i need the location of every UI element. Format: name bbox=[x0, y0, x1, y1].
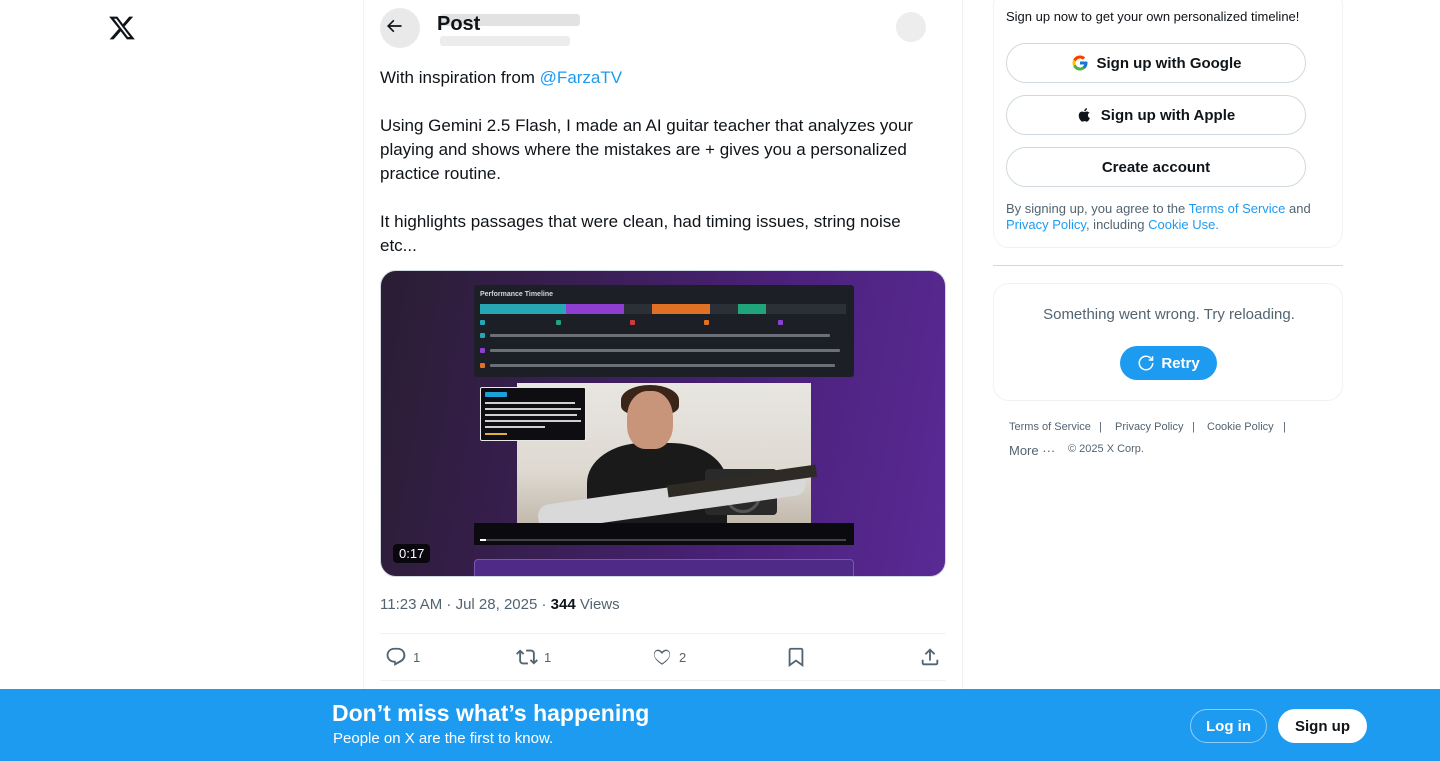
views-count: 344 bbox=[550, 596, 576, 613]
more-dots-icon: ··· bbox=[1042, 443, 1056, 458]
mention-link[interactable]: @FarzaTV bbox=[540, 68, 622, 87]
signup-card: Sign up now to get your own personalized… bbox=[993, 0, 1343, 248]
error-card: Something went wrong. Try reloading. Ret… bbox=[993, 283, 1343, 401]
timeline-bar bbox=[480, 304, 846, 314]
feedback-card bbox=[480, 387, 586, 441]
post-paragraph-2: Using Gemini 2.5 Flash, I made an AI gui… bbox=[380, 116, 913, 183]
post-header: Post bbox=[364, 0, 962, 53]
apple-icon bbox=[1078, 108, 1090, 122]
repost-count: 1 bbox=[544, 649, 552, 665]
post-paragraph-1: With inspiration from @FarzaTV bbox=[380, 68, 623, 87]
error-message: Something went wrong. Try reloading. bbox=[1043, 306, 1295, 323]
refresh-icon bbox=[1138, 355, 1154, 371]
post-paragraph-3: It highlights passages that were clean, … bbox=[380, 212, 901, 255]
google-icon bbox=[1072, 55, 1087, 71]
reply-count: 1 bbox=[413, 649, 421, 665]
divider bbox=[993, 265, 1343, 266]
like-count: 2 bbox=[679, 649, 687, 665]
post-text: With inspiration from @FarzaTV Using Gem… bbox=[380, 66, 940, 282]
post-timestamp[interactable]: 11:23 AM · Jul 28, 2025 bbox=[380, 596, 537, 613]
retry-button[interactable]: Retry bbox=[1120, 346, 1217, 380]
inner-video-controls bbox=[474, 523, 854, 545]
bookmark-button[interactable] bbox=[785, 646, 807, 668]
apple-signup-button[interactable]: Sign up with Apple bbox=[1006, 95, 1306, 135]
footer-cookie-link[interactable]: Cookie Policy bbox=[1207, 421, 1274, 433]
login-button[interactable]: Log in bbox=[1190, 709, 1267, 743]
signup-note: Sign up now to get your own personalized… bbox=[1006, 9, 1300, 24]
left-rail bbox=[0, 0, 362, 761]
copyright: © 2025 X Corp. bbox=[1068, 443, 1144, 455]
repost-icon bbox=[516, 649, 538, 665]
legal-text: By signing up, you agree to the Terms of… bbox=[1006, 201, 1311, 232]
heart-icon bbox=[653, 649, 671, 665]
like-button[interactable]: 2 bbox=[651, 646, 686, 668]
views-label: Views bbox=[579, 596, 620, 613]
share-button[interactable] bbox=[919, 646, 941, 668]
video-duration-badge: 0:17 bbox=[393, 544, 431, 563]
signup-banner: Don’t miss what’s happening People on X … bbox=[0, 689, 1440, 761]
bookmark-icon bbox=[788, 647, 804, 668]
back-button[interactable] bbox=[376, 8, 412, 44]
footer-terms-link[interactable]: Terms of Service bbox=[1009, 421, 1091, 433]
create-account-button[interactable]: Create account bbox=[1006, 147, 1306, 187]
banner-subtitle: People on X are the first to know. bbox=[333, 730, 554, 747]
reply-icon bbox=[386, 647, 406, 666]
terms-link[interactable]: Terms of Service bbox=[1189, 201, 1286, 216]
timeline-title: Performance Timeline bbox=[480, 291, 554, 298]
google-signup-button[interactable]: Sign up with Google bbox=[1006, 43, 1306, 83]
cookie-link[interactable]: Cookie Use. bbox=[1148, 217, 1219, 232]
post-actions: 1 1 2 bbox=[380, 633, 946, 681]
reply-button[interactable]: 1 bbox=[385, 646, 420, 668]
main-column: Post With inspiration from @FarzaTV Usin… bbox=[363, 0, 963, 761]
timeline-legend bbox=[480, 319, 846, 327]
signup-button[interactable]: Sign up bbox=[1278, 709, 1367, 743]
footer-privacy-link[interactable]: Privacy Policy bbox=[1115, 421, 1183, 433]
performance-timeline-panel: Performance Timeline bbox=[474, 285, 854, 377]
repost-button[interactable]: 1 bbox=[516, 646, 551, 668]
arrow-left-icon bbox=[387, 19, 402, 33]
page-title: Post bbox=[437, 13, 481, 35]
privacy-link[interactable]: Privacy Policy bbox=[1006, 217, 1086, 232]
x-logo-icon[interactable] bbox=[105, 11, 139, 45]
post-meta: 11:23 AM · Jul 28, 2025 · 344 Views bbox=[380, 596, 620, 613]
footer-more-link[interactable]: More ··· bbox=[1009, 443, 1055, 458]
video-player[interactable]: Performance Timeline 0:17 bbox=[380, 270, 946, 577]
share-icon bbox=[921, 648, 939, 666]
banner-title: Don’t miss what’s happening bbox=[332, 700, 650, 726]
